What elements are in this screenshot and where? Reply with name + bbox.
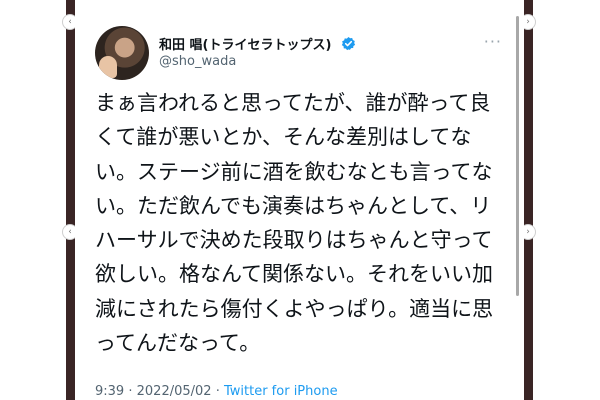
scrollbar[interactable] <box>516 16 519 296</box>
meta-separator: · <box>128 384 133 399</box>
tweet-text-line: まぁ言われると思ってたが、誰が酔って良 <box>95 91 491 115</box>
tweet-time[interactable]: 9:39 <box>95 384 124 399</box>
avatar[interactable] <box>95 26 149 80</box>
tweet-text-line: ハーサルで決めた段取りはちゃんと守って <box>95 228 493 253</box>
tweet-card[interactable]: 和田 唱(トライセラトップス) @sho_wada ··· まぁ言われると思って… <box>75 0 524 400</box>
author-handle[interactable]: @sho_wada <box>159 54 236 69</box>
author-name-row[interactable]: 和田 唱(トライセラトップス) <box>159 34 356 55</box>
verified-badge-icon <box>341 36 356 55</box>
right-frame-bar <box>524 0 533 400</box>
tweet-text-line: 欲しい。格なんて関係ない。それをいい加 <box>95 262 493 287</box>
meta-separator: · <box>215 384 220 399</box>
tweet-text: まぁ言われると思ってたが、誰が酔って良 くて誰が悪いとか、そんな差別はしてな い… <box>95 86 507 360</box>
left-frame-bar <box>66 0 75 400</box>
screenshot-stage: ‹ › ‹ › 和田 唱(トライセラトップス) @sho_wada ··· まぁ… <box>0 0 600 400</box>
tweet-text-line: くて誰が悪いとか、そんな差別はしてな <box>95 125 472 150</box>
tweet-source-link[interactable]: Twitter for iPhone <box>224 384 338 399</box>
tweet-header: 和田 唱(トライセラトップス) @sho_wada ··· <box>95 20 504 80</box>
tweet-text-line: い。ステージ前に酒を飲むなとも言ってな <box>95 159 493 184</box>
tweet-text-line: い。ただ飲んでも演奏はちゃんとして、リ <box>95 193 492 218</box>
tweet-date[interactable]: 2022/05/02 <box>137 384 212 399</box>
more-options-icon[interactable]: ··· <box>484 32 502 51</box>
tweet-text-line: 減にされたら傷付くよやっぱり。適当に思 <box>95 296 494 321</box>
tweet-text-line: ってんだなって。 <box>95 331 261 356</box>
tweet-meta: 9:39 · 2022/05/02 · Twitter for iPhone <box>95 384 338 399</box>
author-display-name[interactable]: 和田 唱(トライセラトップス) <box>159 38 331 53</box>
